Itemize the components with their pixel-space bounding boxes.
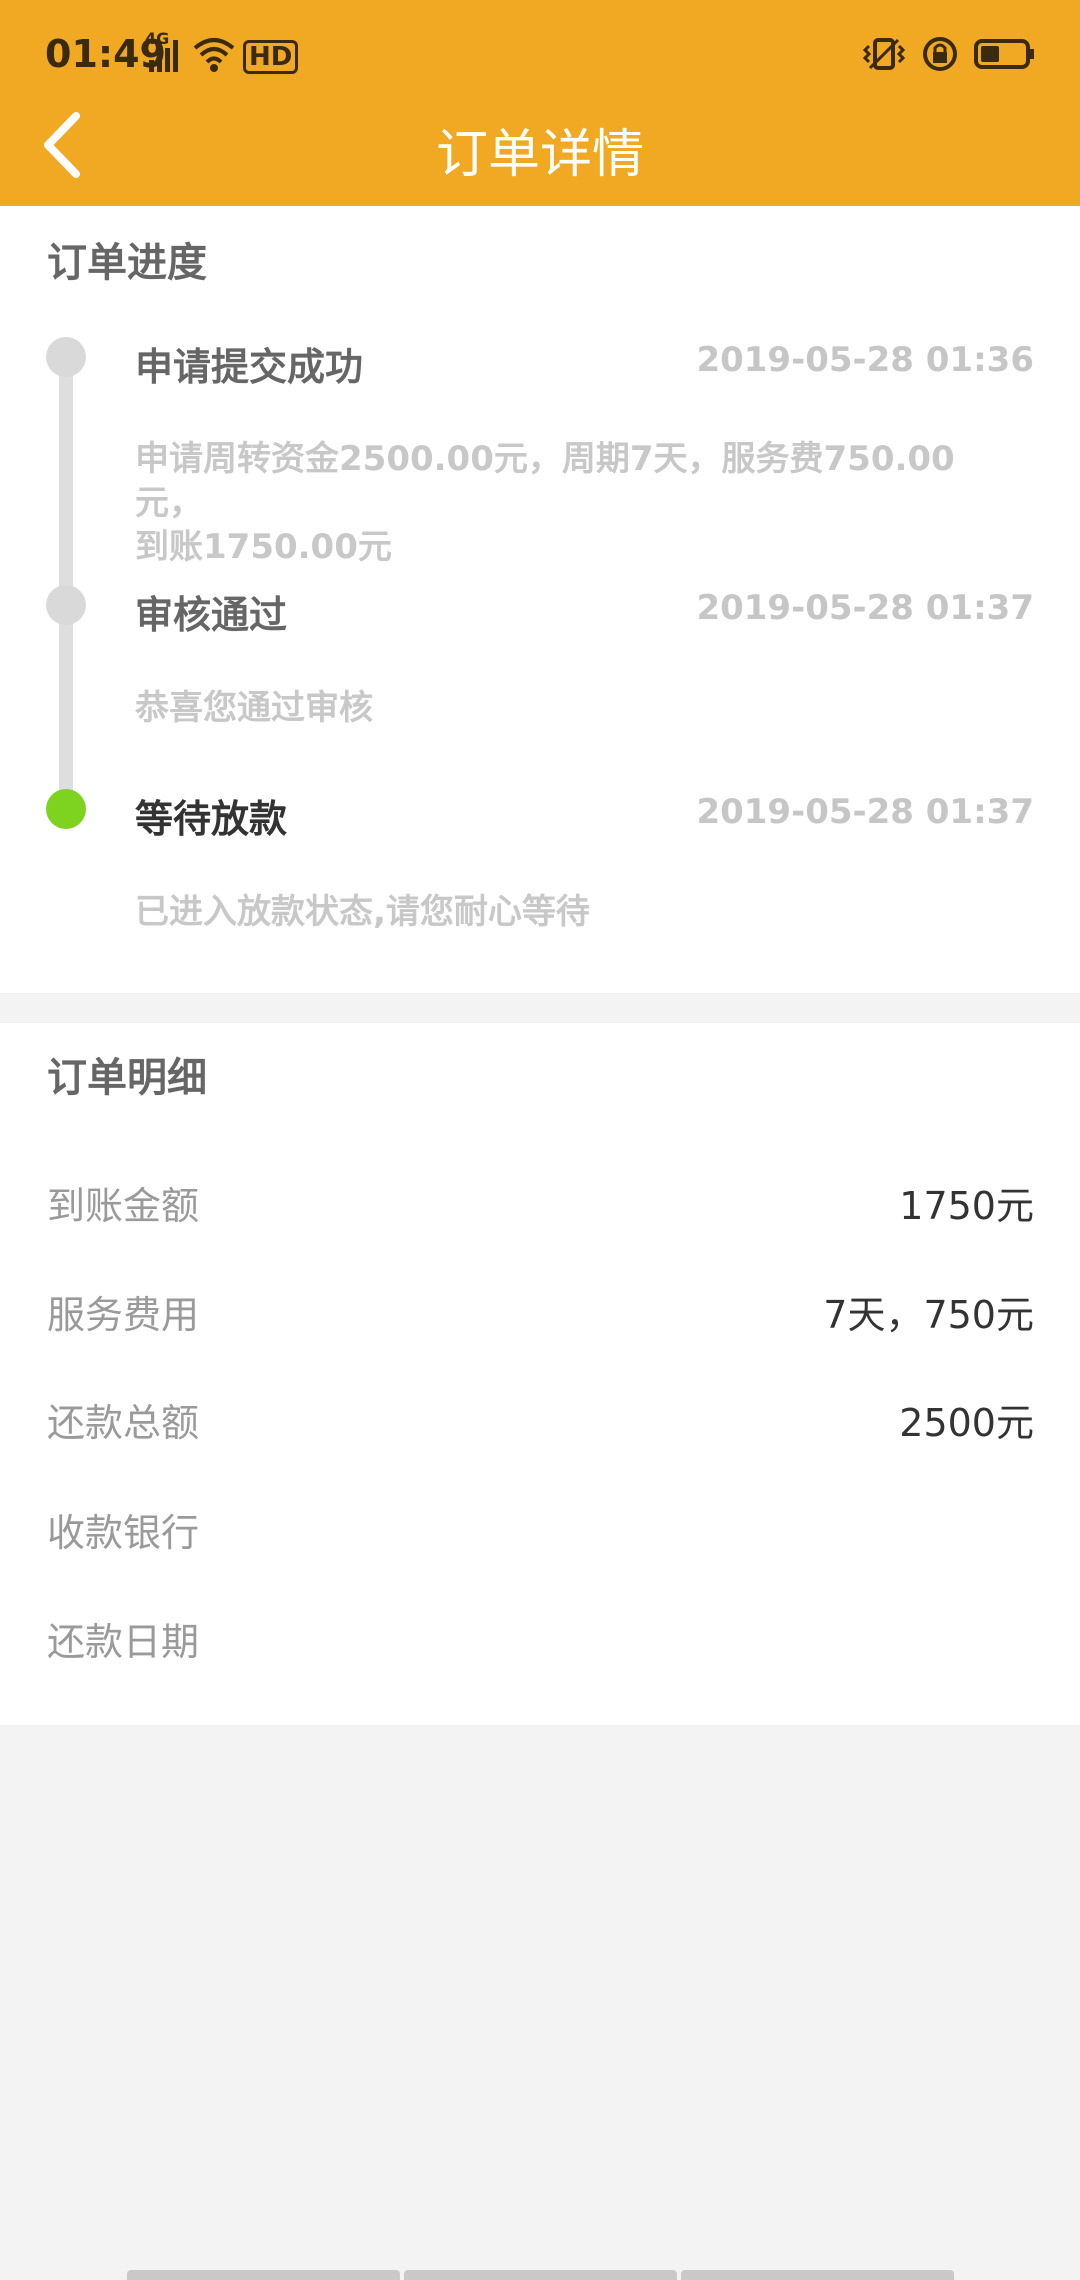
order-detail-section: 订单明细 到账金额 1750元 服务费用 7天，750元 还款总额 2500元 … xyxy=(0,1023,1080,1725)
detail-row-value: 2500元 xyxy=(899,1401,1034,1445)
battery-icon xyxy=(974,38,1034,74)
nav-segment[interactable] xyxy=(404,2270,677,2280)
step-description: 申请周转资金2500.00元，周期7天，服务费750.00元， 到账1750.0… xyxy=(135,437,1015,569)
step-time: 2019-05-28 01:37 xyxy=(696,792,1034,832)
step-description: 恭喜您通过审核 xyxy=(135,686,1015,730)
status-icons-right xyxy=(862,36,1034,76)
status-icons-left: 4G HD xyxy=(145,31,299,74)
step-title: 申请提交成功 xyxy=(135,345,364,389)
nav-segment[interactable] xyxy=(127,2270,400,2280)
detail-row-label: 还款总额 xyxy=(47,1401,200,1445)
vibrate-icon xyxy=(862,36,906,76)
nav-segment[interactable] xyxy=(681,2270,954,2280)
step-description-line: 已进入放款状态,请您耐心等待 xyxy=(135,892,590,932)
signal-icon: 4G xyxy=(145,31,185,74)
wifi-icon xyxy=(193,34,235,74)
system-nav-bar xyxy=(127,2270,954,2280)
detail-row-label: 收款银行 xyxy=(47,1511,200,1555)
section-title-detail: 订单明细 xyxy=(47,1055,207,1101)
step-description-line: 到账1750.00元 xyxy=(135,527,392,567)
detail-row-label: 服务费用 xyxy=(47,1293,200,1337)
page-title: 订单详情 xyxy=(435,125,644,185)
hd-icon: HD xyxy=(243,40,299,74)
timeline-dot xyxy=(46,337,86,377)
step-title-active: 等待放款 xyxy=(135,797,288,841)
timeline-dot xyxy=(46,585,86,625)
timeline-dot-active xyxy=(46,789,86,829)
step-title: 审核通过 xyxy=(135,593,288,637)
detail-row-label: 到账金额 xyxy=(47,1184,200,1228)
step-description-line: 申请周转资金2500.00元，周期7天，服务费750.00元， xyxy=(135,439,955,523)
detail-row-value: 1750元 xyxy=(899,1184,1034,1228)
section-title-progress: 订单进度 xyxy=(47,240,207,286)
detail-row-label: 还款日期 xyxy=(47,1620,200,1664)
step-time: 2019-05-28 01:36 xyxy=(696,340,1034,380)
step-description: 已进入放款状态,请您耐心等待 xyxy=(135,890,1015,934)
app-header: 01:49 4G HD 订单详情 xyxy=(0,0,1080,206)
step-description-line: 恭喜您通过审核 xyxy=(135,688,373,728)
rotation-lock-icon xyxy=(922,36,958,76)
step-time: 2019-05-28 01:37 xyxy=(696,588,1034,628)
detail-row-value: 7天，750元 xyxy=(823,1293,1034,1337)
